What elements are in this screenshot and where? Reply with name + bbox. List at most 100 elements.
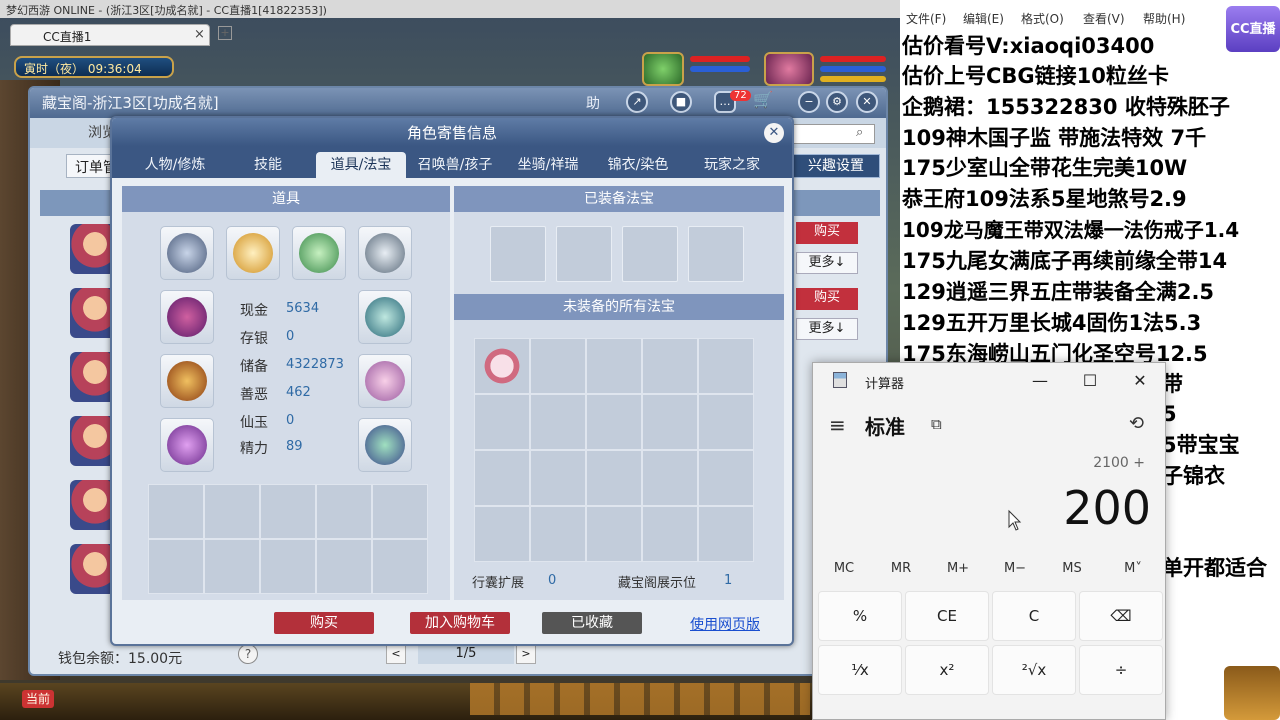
tab-pets-children[interactable]: 召唤兽/孩子 [406, 152, 504, 178]
treasure-cell[interactable] [698, 506, 754, 562]
search-icon[interactable]: ⌕ [856, 125, 863, 140]
chat-channel-current[interactable]: 当前 [22, 690, 54, 708]
equipped-treasure-slot[interactable] [490, 226, 546, 282]
menu-file[interactable]: 文件(F) [906, 10, 946, 27]
tab-items-treasures[interactable]: 道具/法宝 [316, 152, 406, 178]
help-question-icon[interactable]: ? [238, 644, 258, 664]
buy-button[interactable]: 购买 [274, 612, 374, 634]
bag-cell[interactable] [204, 484, 260, 539]
tab-outfits[interactable]: 锦衣/染色 [592, 152, 684, 178]
bag-cell[interactable] [148, 539, 204, 594]
maximize-icon[interactable]: ☐ [1075, 369, 1105, 393]
player-avatar[interactable] [764, 52, 814, 86]
bag-cell[interactable] [260, 484, 316, 539]
interest-settings-button[interactable]: 兴趣设置 [792, 154, 880, 178]
keep-on-top-icon[interactable]: ⧉ [931, 415, 942, 433]
new-tab-icon[interactable]: + [218, 26, 232, 40]
pet-avatar[interactable] [642, 52, 684, 86]
mc-button[interactable]: MC [816, 561, 872, 576]
next-page-button[interactable]: > [516, 644, 536, 664]
menu-format[interactable]: 格式(O) [1021, 10, 1064, 27]
backspace-button[interactable]: ⌫ [1079, 591, 1163, 641]
buy-button[interactable]: 购买 [796, 222, 858, 244]
tab-mounts[interactable]: 坐骑/祥瑞 [504, 152, 592, 178]
sqrt-button[interactable]: ²√x [992, 645, 1076, 695]
minimize-icon[interactable]: — [1025, 369, 1055, 393]
ms-button[interactable]: MS [1044, 561, 1100, 576]
minimize-icon[interactable]: − [798, 91, 820, 113]
treasure-cell[interactable] [586, 394, 642, 450]
menu-icon[interactable]: ≡ [829, 413, 846, 437]
item-slot[interactable] [160, 226, 214, 280]
tab-player-home[interactable]: 玩家之家 [684, 152, 780, 178]
bag-cell[interactable] [372, 484, 428, 539]
item-slot[interactable] [358, 418, 412, 472]
treasure-cell[interactable] [586, 506, 642, 562]
item-slot[interactable] [358, 354, 412, 408]
m-minus-button[interactable]: M− [987, 561, 1043, 576]
treasure-cell[interactable] [698, 450, 754, 506]
close-icon[interactable]: ✕ [1125, 369, 1155, 393]
treasure-cell[interactable] [586, 450, 642, 506]
item-slot[interactable] [160, 290, 214, 344]
treasure-cell[interactable] [698, 394, 754, 450]
equipped-treasure-slot[interactable] [556, 226, 612, 282]
treasure-cell[interactable] [474, 394, 530, 450]
treasure-cell[interactable] [642, 338, 698, 394]
cart-icon[interactable]: 🛒 [752, 91, 774, 113]
bag-cell[interactable] [148, 484, 204, 539]
bag-cell[interactable] [372, 539, 428, 594]
use-web-version-link[interactable]: 使用网页版 [690, 614, 760, 634]
tab-skills[interactable]: 技能 [224, 152, 312, 178]
mr-button[interactable]: MR [873, 561, 929, 576]
treasure-cell[interactable] [698, 338, 754, 394]
bag-cell[interactable] [204, 539, 260, 594]
bag-cell[interactable] [260, 539, 316, 594]
more-button[interactable]: 更多↓ [796, 318, 858, 340]
menu-view[interactable]: 查看(V) [1083, 10, 1125, 27]
menu-edit[interactable]: 编辑(E) [963, 10, 1004, 27]
treasure-cell[interactable] [642, 506, 698, 562]
treasure-cell[interactable] [474, 450, 530, 506]
percent-button[interactable]: % [818, 591, 902, 641]
dialog-close-icon[interactable]: ✕ [764, 123, 784, 143]
square-button[interactable]: x² [905, 645, 989, 695]
treasure-cell[interactable] [474, 338, 530, 394]
item-slot[interactable] [160, 354, 214, 408]
settings-icon[interactable]: ⚙ [826, 91, 848, 113]
item-slot[interactable] [292, 226, 346, 280]
menu-help[interactable]: 帮助(H) [1143, 10, 1185, 27]
bag-cell[interactable] [316, 484, 372, 539]
game-shortcut-icons[interactable] [470, 683, 810, 715]
clear-button[interactable]: C [992, 591, 1076, 641]
close-icon[interactable]: ✕ [856, 91, 878, 113]
item-slot[interactable] [226, 226, 280, 280]
more-button[interactable]: 更多↓ [796, 252, 858, 274]
treasure-cell[interactable] [530, 506, 586, 562]
stop-icon[interactable]: ■ [670, 91, 692, 113]
history-icon[interactable]: ⟲ [1129, 413, 1144, 434]
help-button[interactable]: 助 [586, 93, 600, 113]
treasure-cell[interactable] [474, 506, 530, 562]
bag-cell[interactable] [316, 539, 372, 594]
item-slot[interactable] [160, 418, 214, 472]
prev-page-button[interactable]: < [386, 644, 406, 664]
equipped-treasure-slot[interactable] [688, 226, 744, 282]
m-plus-button[interactable]: M+ [930, 561, 986, 576]
treasure-cell[interactable] [642, 450, 698, 506]
browser-tab[interactable]: CC直播1 [10, 24, 210, 46]
equipped-treasure-slot[interactable] [622, 226, 678, 282]
buy-button[interactable]: 购买 [796, 288, 858, 310]
reciprocal-button[interactable]: ¹⁄x [818, 645, 902, 695]
clear-entry-button[interactable]: CE [905, 591, 989, 641]
item-slot[interactable] [358, 290, 412, 344]
tab-character[interactable]: 人物/修炼 [126, 152, 224, 178]
treasure-cell[interactable] [530, 394, 586, 450]
divide-button[interactable]: ÷ [1079, 645, 1163, 695]
memory-list-button[interactable]: M˅ [1105, 561, 1161, 576]
item-slot[interactable] [358, 226, 412, 280]
collected-button[interactable]: 已收藏 [542, 612, 642, 634]
treasure-cell[interactable] [586, 338, 642, 394]
add-to-cart-button[interactable]: 加入购物车 [410, 612, 510, 634]
tab-close-icon[interactable]: × [194, 27, 205, 42]
